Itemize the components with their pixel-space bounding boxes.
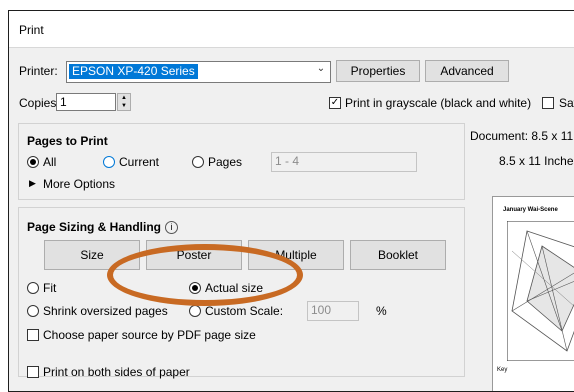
copies-input[interactable]: 1 (56, 93, 116, 111)
more-options-link[interactable]: More Options (43, 177, 115, 191)
printer-selected-value: EPSON XP-420 Series (69, 64, 198, 79)
print-dialog: Print Printer: EPSON XP-420 Series ⌄ Pro… (8, 10, 574, 392)
pages-range-input[interactable]: 1 - 4 (271, 152, 417, 172)
fit-label: Fit (43, 281, 57, 295)
pages-radio[interactable] (192, 156, 204, 168)
shrink-radio[interactable] (27, 305, 39, 317)
preview-puzzle-graphic (507, 221, 574, 361)
copies-label: Copies: (19, 96, 60, 110)
save-ink-label: Sav (559, 96, 574, 110)
document-size-label: Document: 8.5 x 11.0 (470, 129, 574, 143)
custom-scale-input[interactable]: 100 (307, 301, 359, 321)
multiple-button[interactable]: Multiple (248, 240, 344, 270)
both-sides-label: Print on both sides of paper (43, 365, 190, 379)
paper-source-label: Choose paper source by PDF page size (43, 328, 256, 342)
preview-doc-title: January Wai-Scene (503, 207, 558, 213)
current-page-label: Current (119, 155, 160, 169)
save-ink-checkbox[interactable] (542, 97, 554, 109)
paper-size-label: 8.5 x 11 Inches (499, 154, 574, 168)
copies-stepper[interactable]: ▲ ▼ (117, 93, 131, 111)
paper-source-checkbox[interactable] (27, 329, 39, 341)
properties-button[interactable]: Properties (336, 60, 420, 82)
print-preview: January Wai-Scene Key (492, 196, 574, 391)
window-title: Print (19, 23, 44, 37)
page-sizing-title: Page Sizing & Handling i (27, 220, 179, 235)
all-pages-radio[interactable] (27, 156, 39, 168)
shrink-label: Shrink oversized pages (43, 304, 168, 318)
booklet-button[interactable]: Booklet (350, 240, 446, 270)
poster-button[interactable]: Poster (146, 240, 242, 270)
size-button[interactable]: Size (44, 240, 140, 270)
custom-scale-radio[interactable] (189, 305, 201, 317)
current-page-radio[interactable] (103, 156, 115, 168)
advanced-button[interactable]: Advanced (425, 60, 509, 82)
printer-select[interactable]: EPSON XP-420 Series ⌄ (66, 61, 331, 83)
title-bar: Print (9, 11, 574, 48)
actual-size-radio[interactable] (189, 282, 201, 294)
grayscale-label: Print in grayscale (black and white) (345, 96, 532, 110)
grayscale-checkbox[interactable]: ✓ (329, 97, 341, 109)
page-sizing-group: Page Sizing & Handling i Size Poster Mult… (18, 207, 465, 379)
printer-label: Printer: (19, 64, 58, 78)
custom-scale-label: Custom Scale: (205, 304, 284, 318)
chevron-down-icon: ⌄ (316, 63, 326, 74)
actual-size-label: Actual size (205, 281, 264, 295)
info-icon[interactable]: i (165, 221, 179, 235)
page-sizing-title-text: Page Sizing & Handling (27, 220, 162, 234)
both-sides-checkbox[interactable] (27, 366, 39, 378)
pages-to-print-title: Pages to Print (27, 134, 108, 148)
pages-label: Pages (208, 155, 243, 169)
expand-arrow-icon[interactable]: ▶ (29, 178, 36, 189)
fit-radio[interactable] (27, 282, 39, 294)
preview-key-label: Key (497, 367, 508, 373)
percent-label: % (376, 304, 387, 318)
all-pages-label: All (43, 155, 57, 169)
pages-to-print-group: Pages to Print All Current Pages 1 - 4 ▶… (18, 123, 465, 200)
